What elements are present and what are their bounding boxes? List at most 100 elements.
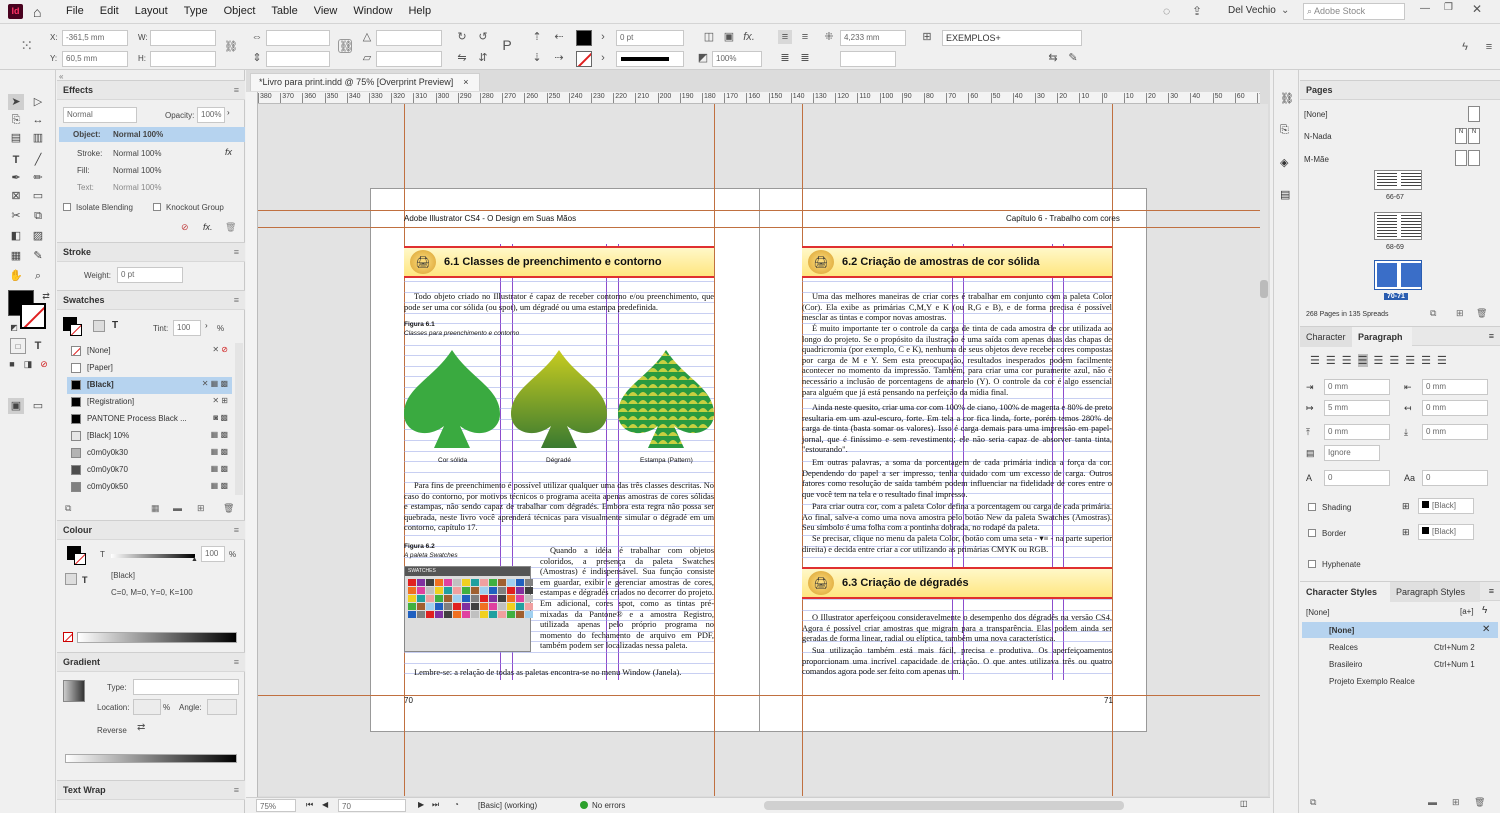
object-row[interactable]: Object: Normal 100% xyxy=(59,127,245,142)
scissors-tool-icon[interactable]: ✂ xyxy=(8,208,24,224)
menu-file[interactable]: File xyxy=(58,5,92,17)
pages-icon[interactable]: ⎘ xyxy=(1280,124,1289,137)
menu-layout[interactable]: Layout xyxy=(127,5,176,17)
rotate-cw-icon[interactable]: ↻ xyxy=(455,30,469,44)
right-running-header[interactable]: Capítulo 6 - Trabalho com cores xyxy=(1006,214,1120,223)
paragraph-styles-tab[interactable]: Paragraph Styles xyxy=(1390,582,1480,602)
trash-icon[interactable]: 🗑 xyxy=(225,222,236,233)
reverse-icon[interactable]: ⇄ xyxy=(137,722,145,733)
fx-icon[interactable]: fx xyxy=(225,147,232,157)
body-paragraph[interactable]: Ainda neste quesito, criar uma cor com 1… xyxy=(802,403,1112,456)
vertical-ruler[interactable] xyxy=(246,92,258,797)
justify-right-icon[interactable]: ☰ xyxy=(1389,354,1399,367)
hyphenate-checkbox[interactable] xyxy=(1308,560,1316,568)
layers-icon[interactable]: ◈ xyxy=(1280,156,1288,169)
content-placer-icon[interactable]: ▥ xyxy=(30,130,46,146)
type-tool-icon[interactable]: T xyxy=(8,152,24,168)
style-folder-icon[interactable]: ▬ xyxy=(1428,797,1437,807)
trash-icon[interactable]: 🗑 xyxy=(1474,797,1485,808)
menu-view[interactable]: View xyxy=(306,5,346,17)
body-paragraph[interactable]: Quando a idéia é trabalhar com objetos c… xyxy=(540,546,714,652)
opacity-field[interactable]: 100% xyxy=(712,51,762,67)
swatch-row[interactable]: PANTONE Process Black ... ◙ ▩ xyxy=(67,411,232,428)
section-header[interactable]: 🖨 6.2 Criação de amostras de cor sólida xyxy=(802,246,1112,278)
tint-field[interactable]: 100 xyxy=(173,320,201,336)
panel-menu-icon[interactable]: ≡ xyxy=(234,247,239,257)
lightbulb-icon[interactable]: ◌ xyxy=(1163,4,1170,18)
page-field[interactable]: 70 xyxy=(338,799,406,812)
preflight-icon[interactable]: ◔ xyxy=(454,800,459,809)
next-page-icon[interactable]: ▶ xyxy=(418,800,424,809)
spread-thumb-selected[interactable] xyxy=(1374,260,1422,290)
constrain-scale-icon[interactable]: ⛓ xyxy=(338,39,353,53)
menu-object[interactable]: Object xyxy=(216,5,264,17)
document-vscrollbar[interactable] xyxy=(1260,104,1268,796)
gap-field[interactable] xyxy=(840,51,896,67)
angle-field[interactable] xyxy=(207,699,237,715)
justify-center-icon[interactable]: ☰ xyxy=(1374,354,1384,367)
text-toggle-icon[interactable]: T xyxy=(112,320,118,331)
pen-tool-icon[interactable]: ✒ xyxy=(8,170,24,186)
links-icon[interactable]: ⛓ xyxy=(1280,92,1294,105)
wrap-icon[interactable]: ⊞ xyxy=(920,30,934,44)
colour-stroke-icon[interactable] xyxy=(74,553,86,565)
character-styles-icon[interactable]: ▤ xyxy=(1280,188,1290,201)
default-colors-icon[interactable]: ◩ xyxy=(6,320,22,336)
minimize-icon[interactable]: — xyxy=(1420,3,1430,14)
border-color-select[interactable]: [Black] xyxy=(1418,524,1474,540)
fill-swatch[interactable] xyxy=(576,30,592,46)
select-next-icon[interactable]: ⇢ xyxy=(552,51,566,65)
edit-icon[interactable]: ✎ xyxy=(1066,51,1080,65)
body-paragraph[interactable]: O Illustrator aperfeiçoou consideravelme… xyxy=(802,613,1112,645)
selection-tool-icon[interactable]: ➤ xyxy=(8,94,24,110)
scale-y-field[interactable] xyxy=(266,51,330,67)
body-paragraph[interactable]: Uma das melhores maneiras de criar cores… xyxy=(802,292,1112,324)
page-thumb[interactable]: N xyxy=(1468,128,1480,144)
home-icon[interactable]: ⌂ xyxy=(33,4,41,20)
shading-checkbox[interactable] xyxy=(1308,503,1316,511)
swatch-views-icon[interactable]: ⧉ xyxy=(65,503,71,514)
swatch-row[interactable]: [None] ✕ ⊘ xyxy=(67,343,232,360)
apply-none-icon[interactable]: ⊘ xyxy=(36,356,52,372)
apply-gradient-icon[interactable]: ◨ xyxy=(20,356,36,372)
master-none[interactable]: [None] xyxy=(1304,110,1328,119)
vscroll-thumb[interactable] xyxy=(1260,280,1268,298)
split-view-icon[interactable]: ◫ xyxy=(1240,799,1248,808)
rotate-angle-icon[interactable]: △ xyxy=(360,30,374,44)
style-row[interactable]: Brasileiro Ctrl+Num 1 xyxy=(1302,656,1498,672)
right-indent-field[interactable]: 0 mm xyxy=(1422,379,1488,395)
remove-style-icon[interactable]: ✕ xyxy=(1482,624,1490,635)
document-tab[interactable]: *Livro para print.indd @ 75% [Overprint … xyxy=(250,73,480,91)
close-tab-icon[interactable]: × xyxy=(463,77,468,87)
body-paragraph[interactable]: Sua utilização também está mais fácil, p… xyxy=(802,646,1112,678)
page-thumb[interactable] xyxy=(1468,106,1480,122)
gradient-panel-header[interactable]: Gradient ≡ xyxy=(57,652,245,672)
effects-panel-header[interactable]: Effects ≡ xyxy=(57,80,245,100)
frame-fitting-icon[interactable]: ◫ xyxy=(702,30,716,44)
h-field[interactable] xyxy=(150,51,216,67)
maximize-icon[interactable]: ❐ xyxy=(1444,2,1453,13)
section-header[interactable]: 🖨 6.3 Criação de dégradés xyxy=(802,567,1112,599)
load-styles-icon[interactable]: ⧉ xyxy=(1310,797,1316,808)
swap-colors-icon[interactable]: ⇄ xyxy=(38,288,54,304)
left-running-header[interactable]: Adobe Illustrator CS4 - O Design em Suas… xyxy=(404,214,576,223)
page-thumb[interactable] xyxy=(1455,150,1467,166)
new-color-group-icon[interactable]: ▦ xyxy=(151,503,160,514)
swatch-row[interactable]: c0m0y0k30 ▦ ▩ xyxy=(67,445,232,462)
style-row[interactable]: Realces Ctrl+Num 2 xyxy=(1302,639,1498,655)
horizontal-scrollbar[interactable] xyxy=(764,801,1124,810)
body-paragraph[interactable]: Lembre-se: a relação de todas as paletas… xyxy=(404,668,714,679)
shading-color-select[interactable]: [Black] xyxy=(1418,498,1474,514)
panel-menu-icon[interactable]: ≡ xyxy=(234,657,239,667)
drop-cap-chars-field[interactable]: 0 xyxy=(1422,470,1488,486)
colour-panel-header[interactable]: Colour ≡ xyxy=(57,520,245,540)
gradient-ramp[interactable] xyxy=(65,754,237,763)
gap-tool-icon[interactable]: ↔ xyxy=(30,112,46,128)
blend-mode-select[interactable]: Normal xyxy=(63,107,137,123)
direct-selection-tool-icon[interactable]: ▷ xyxy=(30,94,46,110)
body-paragraph[interactable]: Se precisar, clique no menu da paleta Co… xyxy=(802,534,1112,555)
colour-container-icon[interactable] xyxy=(65,573,77,585)
close-window-icon[interactable]: ✕ xyxy=(1472,2,1482,16)
flip-h-icon[interactable]: ⇋ xyxy=(455,51,469,65)
character-tab[interactable]: Character xyxy=(1300,327,1352,347)
